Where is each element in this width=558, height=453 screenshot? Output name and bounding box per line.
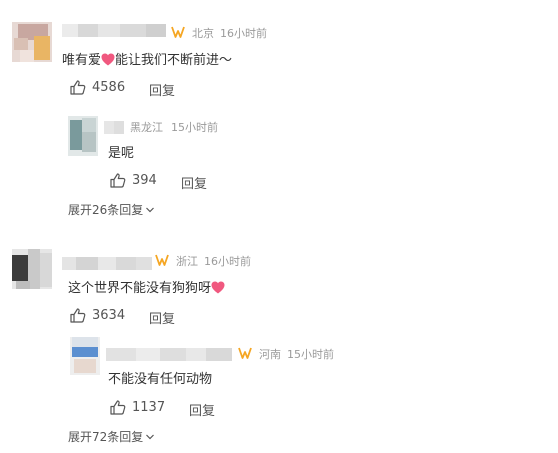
reply-button[interactable]: 回复 (149, 308, 175, 327)
reply-time: 15小时前 (287, 348, 334, 361)
thumbs-up-icon (110, 400, 126, 415)
chevron-down-icon (146, 434, 155, 439)
avatar[interactable] (70, 337, 100, 375)
username[interactable] (62, 255, 152, 270)
comment-location: 北京 (192, 27, 214, 40)
like-button[interactable]: 394 (110, 173, 157, 188)
comment-time: 16小时前 (220, 27, 267, 40)
thumbs-up-icon (70, 80, 86, 95)
chevron-down-icon (146, 207, 155, 212)
reply-button[interactable]: 回复 (189, 400, 215, 419)
like-button[interactable]: 4586 (70, 80, 125, 95)
reply-time: 15小时前 (171, 121, 218, 134)
comment-time: 16小时前 (204, 255, 251, 268)
like-button[interactable]: 1137 (110, 400, 165, 415)
like-button[interactable]: 3634 (70, 308, 125, 323)
expand-replies-link[interactable]: 展开26条回复 (68, 201, 155, 218)
reply-location: 黑龙江 (130, 121, 163, 134)
like-count: 1137 (132, 400, 166, 415)
avatar[interactable] (12, 249, 52, 289)
username[interactable] (106, 346, 232, 361)
like-count: 394 (132, 173, 157, 188)
like-count: 3634 (92, 308, 126, 323)
reply-button[interactable]: 回复 (181, 173, 207, 192)
comment-text-part: 这个世界不能没有狗狗呀 (68, 281, 212, 296)
heart-emoji-icon (101, 53, 115, 66)
reply-text: 是呢 (108, 146, 135, 161)
reply-button[interactable]: 回复 (149, 80, 175, 99)
avatar[interactable] (12, 22, 52, 62)
thumbs-up-icon (70, 308, 86, 323)
expand-replies-label: 展开26条回复 (68, 203, 144, 217)
reply-location: 河南 (259, 348, 281, 361)
thumbs-up-icon (110, 173, 126, 188)
weibo-vip-badge-icon[interactable] (238, 347, 252, 359)
heart-emoji-icon (211, 281, 225, 294)
username[interactable] (104, 119, 124, 134)
reply-text: 不能没有任何动物 (108, 372, 213, 387)
comment-location: 浙江 (176, 255, 198, 268)
comment-text: 唯有爱 能让我们不断前进～ (62, 52, 232, 70)
weibo-vip-badge-icon[interactable] (155, 254, 169, 266)
comment-text-part: 唯有爱 (62, 53, 102, 68)
expand-replies-label: 展开72条回复 (68, 430, 144, 444)
comment-text: 这个世界不能没有狗狗呀 (68, 280, 225, 298)
comment-text-part: 能让我们不断前进～ (115, 53, 233, 68)
username[interactable] (62, 22, 166, 37)
weibo-vip-badge-icon[interactable] (171, 26, 185, 38)
expand-replies-link[interactable]: 展开72条回复 (68, 428, 155, 445)
avatar[interactable] (68, 116, 98, 156)
like-count: 4586 (92, 80, 126, 95)
